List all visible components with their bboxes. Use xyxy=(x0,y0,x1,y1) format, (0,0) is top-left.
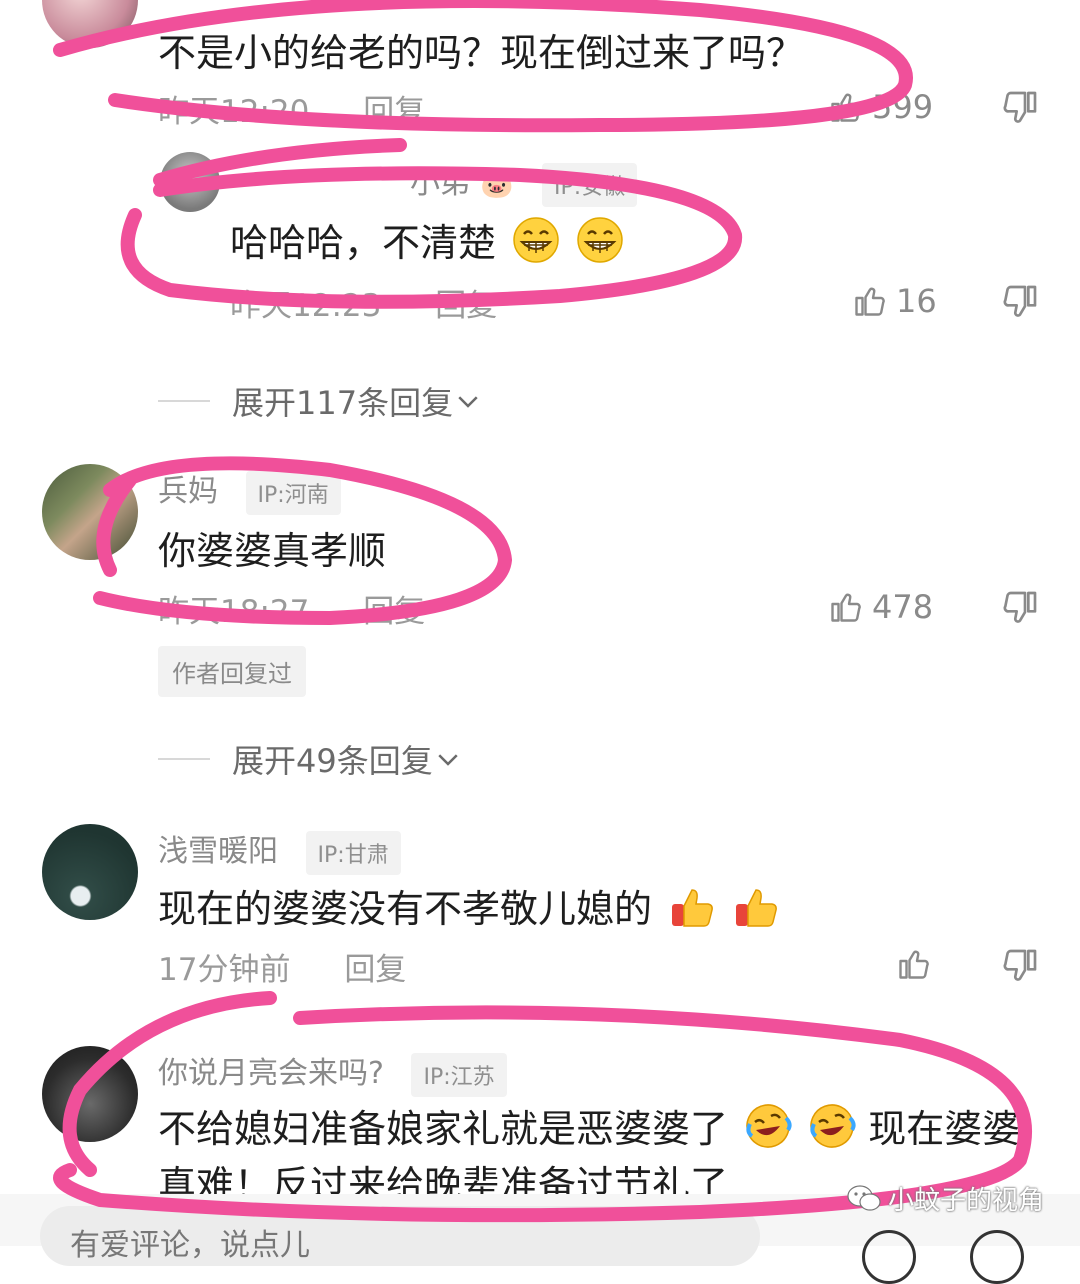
comment-author: 浅雪暖阳 IP:甘肃 xyxy=(158,826,401,875)
expand-label: 展开49条回复 xyxy=(232,742,433,780)
divider xyxy=(158,758,210,760)
comment-meta: 昨天12:20 回复 xyxy=(158,86,425,131)
ip-badge: IP:江苏 xyxy=(411,1052,507,1097)
comment-text-line2: 真难！反过来给晚辈准备过节礼了 xyxy=(158,1163,729,1194)
reply-button[interactable]: 回复 xyxy=(363,94,425,130)
comment-text: 不给媳妇准备娘家礼就是恶婆婆了 现在婆婆 xyxy=(158,1098,1020,1153)
wechat-icon xyxy=(847,1184,881,1211)
comment-text: 不是小的给老的吗？现在倒过来了吗？ xyxy=(158,31,805,75)
chevron-down-icon xyxy=(438,754,458,766)
thumb-up-icon xyxy=(831,93,861,122)
thumb-down-icon xyxy=(1003,949,1037,981)
comment-text-content: 哈哈哈，不清楚 xyxy=(230,221,497,265)
avatar[interactable] xyxy=(160,152,220,212)
emoji-button[interactable] xyxy=(970,1230,1024,1284)
comment-text-tail: 现在婆婆 xyxy=(868,1107,1021,1151)
dislike-button[interactable] xyxy=(1000,946,1040,986)
comment-meta: 17分钟前 回复 xyxy=(158,944,406,989)
dislike-button[interactable] xyxy=(1000,88,1040,128)
comment-text: 现在的婆婆没有不孝敬儿媳的 xyxy=(158,878,780,933)
thumb-down-icon xyxy=(1003,285,1037,317)
thumbs-up-emoji xyxy=(736,889,778,927)
dislike-button[interactable] xyxy=(1000,282,1040,322)
author-name: 小弟 xyxy=(410,166,470,201)
comment-text-content: 现在的婆婆没有不孝敬儿媳的 xyxy=(158,887,653,931)
comment-author: 小弟 🐷 IP:安徽 xyxy=(410,158,638,207)
comment-time: 昨天12:20 xyxy=(158,94,310,130)
like-button[interactable]: 599 xyxy=(828,88,933,126)
comment-time: 昨天12:23 xyxy=(230,288,382,324)
avatar[interactable] xyxy=(42,464,138,560)
watermark: 小蚊子的视角 xyxy=(846,1180,1044,1217)
comment-meta: 昨天12:23 回复 xyxy=(230,280,497,325)
grin-emoji xyxy=(577,217,623,263)
comment-input-placeholder: 有爱评论，说点儿 xyxy=(70,1228,310,1263)
comment-author: 兵妈 IP:河南 xyxy=(158,466,341,515)
at-button[interactable] xyxy=(862,1230,916,1284)
thumb-up-icon xyxy=(855,287,885,316)
thumb-down-icon xyxy=(1003,591,1037,623)
like-button[interactable]: 478 xyxy=(828,588,933,626)
expand-replies-button[interactable]: 展开49条回复 xyxy=(158,736,463,782)
avatar[interactable] xyxy=(42,0,138,48)
avatar[interactable] xyxy=(42,824,138,920)
author-replied-badge: 作者回复过 xyxy=(158,646,306,697)
like-count: 16 xyxy=(896,282,937,320)
divider xyxy=(158,400,210,402)
comment-input[interactable]: 有爱评论，说点儿 xyxy=(40,1206,760,1266)
expand-label: 展开117条回复 xyxy=(232,384,454,422)
watermark-text: 小蚊子的视角 xyxy=(888,1186,1045,1216)
ip-badge: IP:安徽 xyxy=(541,162,638,207)
comment-text: 哈哈哈，不清楚 xyxy=(230,212,624,267)
like-button[interactable] xyxy=(896,946,932,982)
thumb-up-icon xyxy=(831,593,861,622)
grin-emoji xyxy=(513,217,559,263)
chevron-down-icon xyxy=(458,396,478,408)
thumb-down-icon xyxy=(1003,91,1037,123)
reply-button[interactable]: 回复 xyxy=(344,952,406,988)
laugh-cry-emoji xyxy=(810,1104,856,1148)
author-name: 浅雪暖阳 xyxy=(158,834,278,869)
dislike-button[interactable] xyxy=(1000,588,1040,628)
reply-button[interactable]: 回复 xyxy=(363,594,425,630)
comment-text: 你婆婆真孝顺 xyxy=(158,529,387,573)
author-name: 你说月亮会来吗? xyxy=(158,1056,384,1091)
expand-replies-button[interactable]: 展开117条回复 xyxy=(158,378,483,424)
author-name: 兵妈 xyxy=(158,474,218,509)
avatar[interactable] xyxy=(42,1046,138,1142)
comment-time: 17分钟前 xyxy=(158,952,291,988)
thumbs-up-emoji xyxy=(672,889,714,927)
comment-time: 昨天18:27 xyxy=(158,594,310,630)
ip-badge: IP:甘肃 xyxy=(305,830,401,875)
reply-button[interactable]: 回复 xyxy=(435,288,497,324)
ip-badge: IP:河南 xyxy=(245,470,341,515)
comment-meta: 昨天18:27 回复 xyxy=(158,586,425,631)
like-button[interactable]: 16 xyxy=(852,282,937,320)
like-count: 478 xyxy=(872,588,934,626)
like-count: 599 xyxy=(872,88,934,126)
comment-author: 你说月亮会来吗? IP:江苏 xyxy=(158,1048,507,1097)
pig-emoji: 🐷 xyxy=(479,167,515,200)
comment-text-content: 不给媳妇准备娘家礼就是恶婆婆了 xyxy=(158,1107,729,1151)
thumb-up-icon xyxy=(899,950,929,979)
laugh-cry-emoji xyxy=(746,1104,792,1148)
